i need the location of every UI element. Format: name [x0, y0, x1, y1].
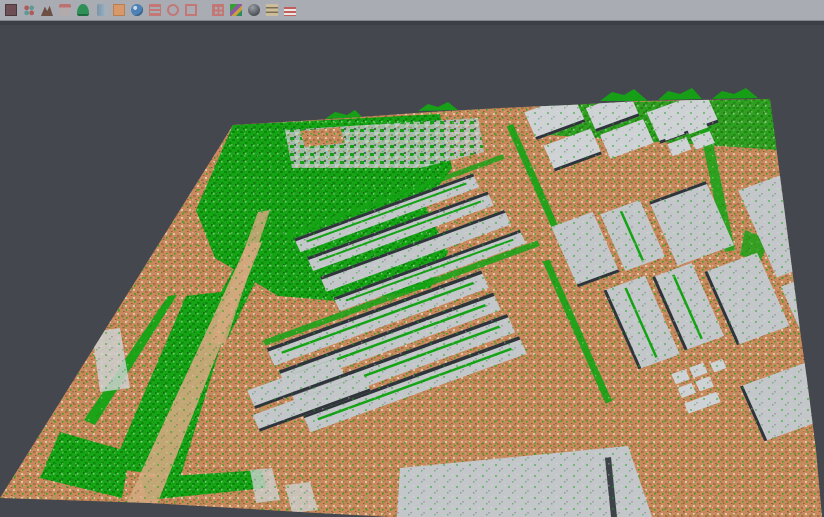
blue-globe-icon: [131, 4, 143, 16]
blue-panel-button[interactable]: [93, 2, 110, 19]
red-stripes-icon: [284, 7, 296, 16]
orange-square-button[interactable]: [111, 2, 128, 19]
red-ring-button[interactable]: [165, 2, 182, 19]
red-teal-points-icon: [23, 4, 35, 16]
red-brackets-icon: [185, 4, 197, 16]
red-ring-icon: [167, 4, 179, 16]
layered-points-icon: [59, 4, 71, 16]
blue-panel-icon: [97, 4, 106, 16]
gray-sphere-icon: [248, 4, 260, 16]
red-brackets-button[interactable]: [183, 2, 200, 19]
red-stripes-button[interactable]: [282, 2, 299, 19]
dark-red-box-icon: [5, 4, 17, 16]
tan-document-icon: [266, 4, 278, 16]
tan-document-button[interactable]: [264, 2, 281, 19]
colormap-square-button[interactable]: [228, 2, 245, 19]
blue-globe-button[interactable]: [129, 2, 146, 19]
layered-points-button[interactable]: [57, 2, 74, 19]
red-lines-icon: [149, 4, 161, 16]
viewport-3d[interactable]: [0, 21, 824, 517]
orange-square-icon: [113, 4, 125, 16]
point-cloud-app-window: [0, 0, 824, 517]
colormap-square-icon: [230, 4, 242, 16]
red-teal-points-button[interactable]: [21, 2, 38, 19]
gray-sphere-button[interactable]: [246, 2, 263, 19]
red-lines-button[interactable]: [147, 2, 164, 19]
brown-mountain-icon: [41, 4, 53, 16]
green-hill-icon: [77, 4, 89, 16]
green-hill-button[interactable]: [75, 2, 92, 19]
viewport-top-shade: [0, 21, 824, 25]
brown-mountain-button[interactable]: [39, 2, 56, 19]
red-grid-button[interactable]: [210, 2, 227, 19]
main-toolbar: [0, 0, 824, 21]
red-grid-icon: [212, 4, 224, 16]
toolbar-separator: [200, 2, 209, 19]
dark-red-box-button[interactable]: [3, 2, 20, 19]
